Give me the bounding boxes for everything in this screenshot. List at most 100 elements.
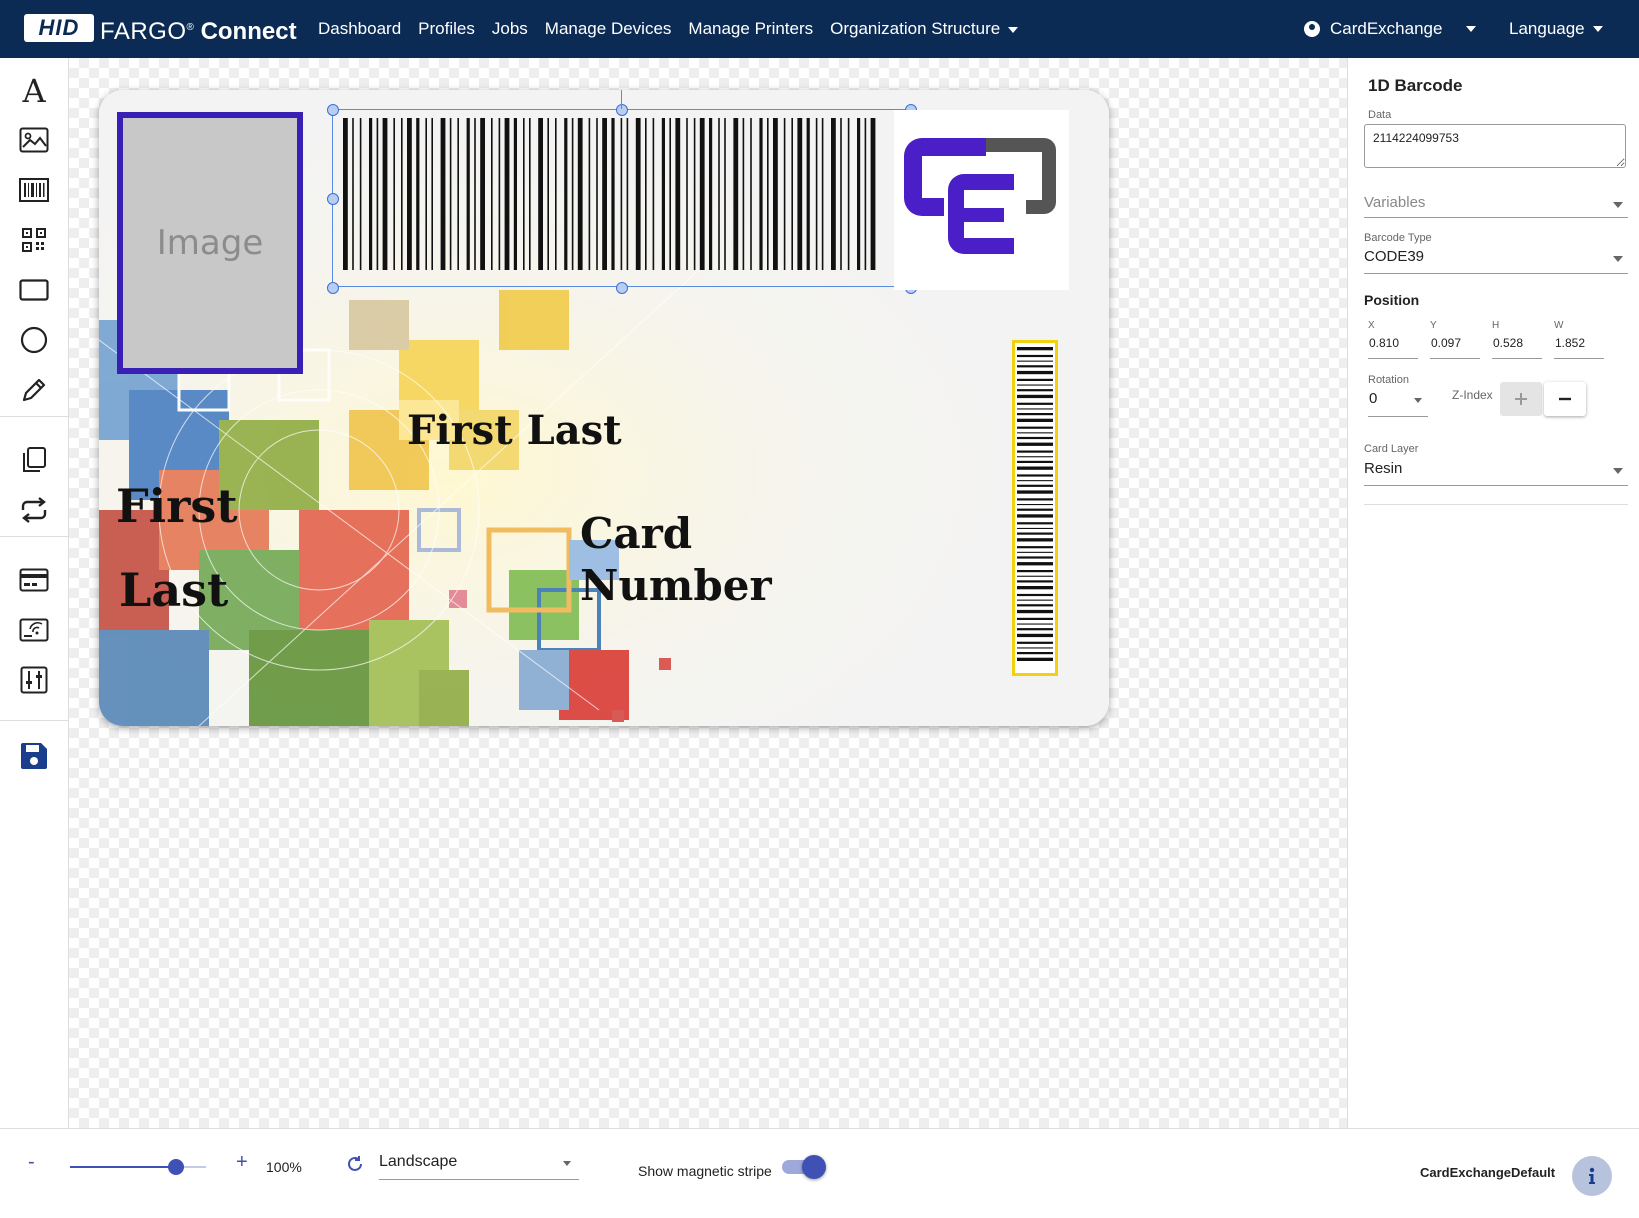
position-title: Position	[1364, 292, 1420, 308]
x-underline	[1368, 358, 1418, 359]
sliders-icon	[20, 666, 48, 694]
y-value: 0.097	[1431, 336, 1462, 350]
barcode-graphic	[343, 118, 876, 270]
orientation-select[interactable]: Landscape	[379, 1149, 579, 1181]
duplicate-icon	[23, 447, 46, 472]
qrcode-icon	[22, 228, 46, 252]
nav-organization-structure[interactable]: Organization Structure	[830, 19, 1019, 39]
barcode-type-label: Barcode Type	[1364, 232, 1432, 244]
vertical-barcode[interactable]	[1012, 340, 1058, 676]
rotation-select[interactable]: Rotation 0	[1368, 374, 1428, 422]
toolbar-divider	[0, 416, 68, 417]
photo-placeholder-label: Image	[156, 223, 264, 263]
barcode-type-underline	[1364, 273, 1628, 274]
user-menu[interactable]: CardExchange	[1304, 0, 1477, 58]
card-number-line2[interactable]: Number	[580, 561, 772, 610]
brand-connect: Connect	[200, 18, 297, 45]
info-icon	[1589, 1167, 1595, 1184]
barcode-tool-button[interactable]	[16, 172, 52, 208]
card-layer-select[interactable]: Resin	[1364, 458, 1628, 488]
hid-logo[interactable]: HID	[24, 14, 94, 42]
x-field[interactable]: X 0.810	[1368, 320, 1418, 360]
encoding-tool-button[interactable]	[16, 612, 52, 648]
nav-profiles[interactable]: Profiles	[418, 19, 475, 39]
rectangle-tool-button[interactable]	[16, 272, 52, 308]
card-layer-value: Resin	[1364, 460, 1403, 477]
rotation-label: Rotation	[1368, 374, 1409, 386]
x-value: 0.810	[1369, 336, 1400, 350]
rotate-handle-line	[621, 90, 622, 109]
card-number-line1[interactable]: Card	[580, 509, 692, 558]
h-field[interactable]: H 0.528	[1492, 320, 1542, 360]
zoom-slider[interactable]	[70, 1159, 206, 1175]
main-menu: Dashboard Profiles Jobs Manage Devices M…	[318, 0, 1035, 58]
brand-title[interactable]: FARGO® Connect	[100, 12, 297, 48]
h-label: H	[1492, 320, 1500, 331]
resize-handle-s[interactable]	[616, 282, 628, 294]
pen-tool-button[interactable]	[16, 372, 52, 408]
w-field[interactable]: W 1.852	[1554, 320, 1604, 360]
repeat-icon	[21, 497, 47, 523]
save-button[interactable]	[16, 738, 52, 774]
card-layer-label: Card Layer	[1364, 443, 1419, 455]
card-preview[interactable]: Image First Last First Last Card Number	[99, 90, 1109, 726]
resize-handle-w[interactable]	[327, 193, 339, 205]
data-label: Data	[1368, 109, 1392, 121]
resize-handle-n[interactable]	[616, 104, 628, 116]
design-canvas[interactable]: Image First Last First Last Card Number	[69, 58, 1347, 1128]
swap-side-button[interactable]	[16, 492, 52, 528]
variables-placeholder: Variables	[1364, 194, 1426, 211]
image-tool-button[interactable]	[16, 122, 52, 158]
rotate-orientation-button[interactable]	[346, 1155, 364, 1178]
chevron-down-icon	[1592, 26, 1603, 32]
zindex-decrease-button[interactable]	[1544, 382, 1586, 416]
nav-manage-printers[interactable]: Manage Printers	[688, 19, 813, 39]
orientation-underline	[379, 1179, 579, 1180]
zoom-out-button[interactable]: -	[28, 1151, 35, 1174]
h-value: 0.528	[1493, 336, 1524, 350]
magstripe-toggle-thumb	[802, 1155, 826, 1179]
image-icon	[19, 127, 49, 153]
barcode-type-select[interactable]: CODE39	[1364, 246, 1628, 276]
magstripe-toggle[interactable]	[780, 1155, 828, 1179]
chevron-down-icon	[563, 1161, 571, 1166]
duplicate-tool-button[interactable]	[16, 442, 52, 478]
language-menu[interactable]: Language	[1509, 0, 1603, 58]
last-name-text-field[interactable]: Last	[119, 564, 228, 617]
name-text-field[interactable]: First Last	[407, 408, 622, 454]
template-name: CardExchangeDefault	[1420, 1165, 1556, 1180]
zoom-slider-thumb[interactable]	[168, 1159, 185, 1175]
text-icon: A	[21, 74, 46, 106]
photo-placeholder[interactable]: Image	[117, 112, 303, 374]
nav-dashboard[interactable]: Dashboard	[318, 19, 401, 39]
text-tool-button[interactable]: A	[16, 72, 52, 108]
card-settings-button[interactable]	[16, 662, 52, 698]
nav-jobs[interactable]: Jobs	[492, 19, 528, 39]
cardexchange-logo[interactable]	[894, 110, 1069, 290]
qrcode-tool-button[interactable]	[16, 222, 52, 258]
barcode-data-input[interactable]	[1364, 124, 1626, 168]
variables-select[interactable]: Variables	[1364, 188, 1628, 218]
ellipse-tool-button[interactable]	[16, 322, 52, 358]
zoom-slider-track	[70, 1166, 177, 1168]
resize-handle-nw[interactable]	[327, 104, 339, 116]
tool-sidebar: A	[0, 58, 69, 1128]
bottom-toolbar: - + 100% Landscape Show magnetic stripe …	[0, 1128, 1639, 1218]
brand-registered: ®	[186, 22, 194, 33]
magstripe-tool-button[interactable]	[16, 562, 52, 598]
selected-barcode[interactable]	[332, 109, 910, 287]
info-button[interactable]	[1572, 1156, 1612, 1196]
minus-icon	[1559, 397, 1571, 401]
resize-handle-sw[interactable]	[327, 282, 339, 294]
nav-organization-structure-label: Organization Structure	[830, 19, 1001, 38]
properties-panel: 1D Barcode Data Variables Barcode Type C…	[1347, 58, 1639, 1128]
nav-manage-devices[interactable]: Manage Devices	[545, 19, 672, 39]
first-name-text-field[interactable]: First	[116, 480, 238, 533]
contactless-card-icon	[19, 618, 49, 642]
zindex-increase-button[interactable]	[1500, 382, 1542, 416]
plus-icon	[1515, 393, 1527, 405]
zoom-in-button[interactable]: +	[236, 1151, 248, 1174]
rotate-icon	[348, 1156, 362, 1171]
x-label: X	[1368, 320, 1375, 331]
y-field[interactable]: Y 0.097	[1430, 320, 1480, 360]
